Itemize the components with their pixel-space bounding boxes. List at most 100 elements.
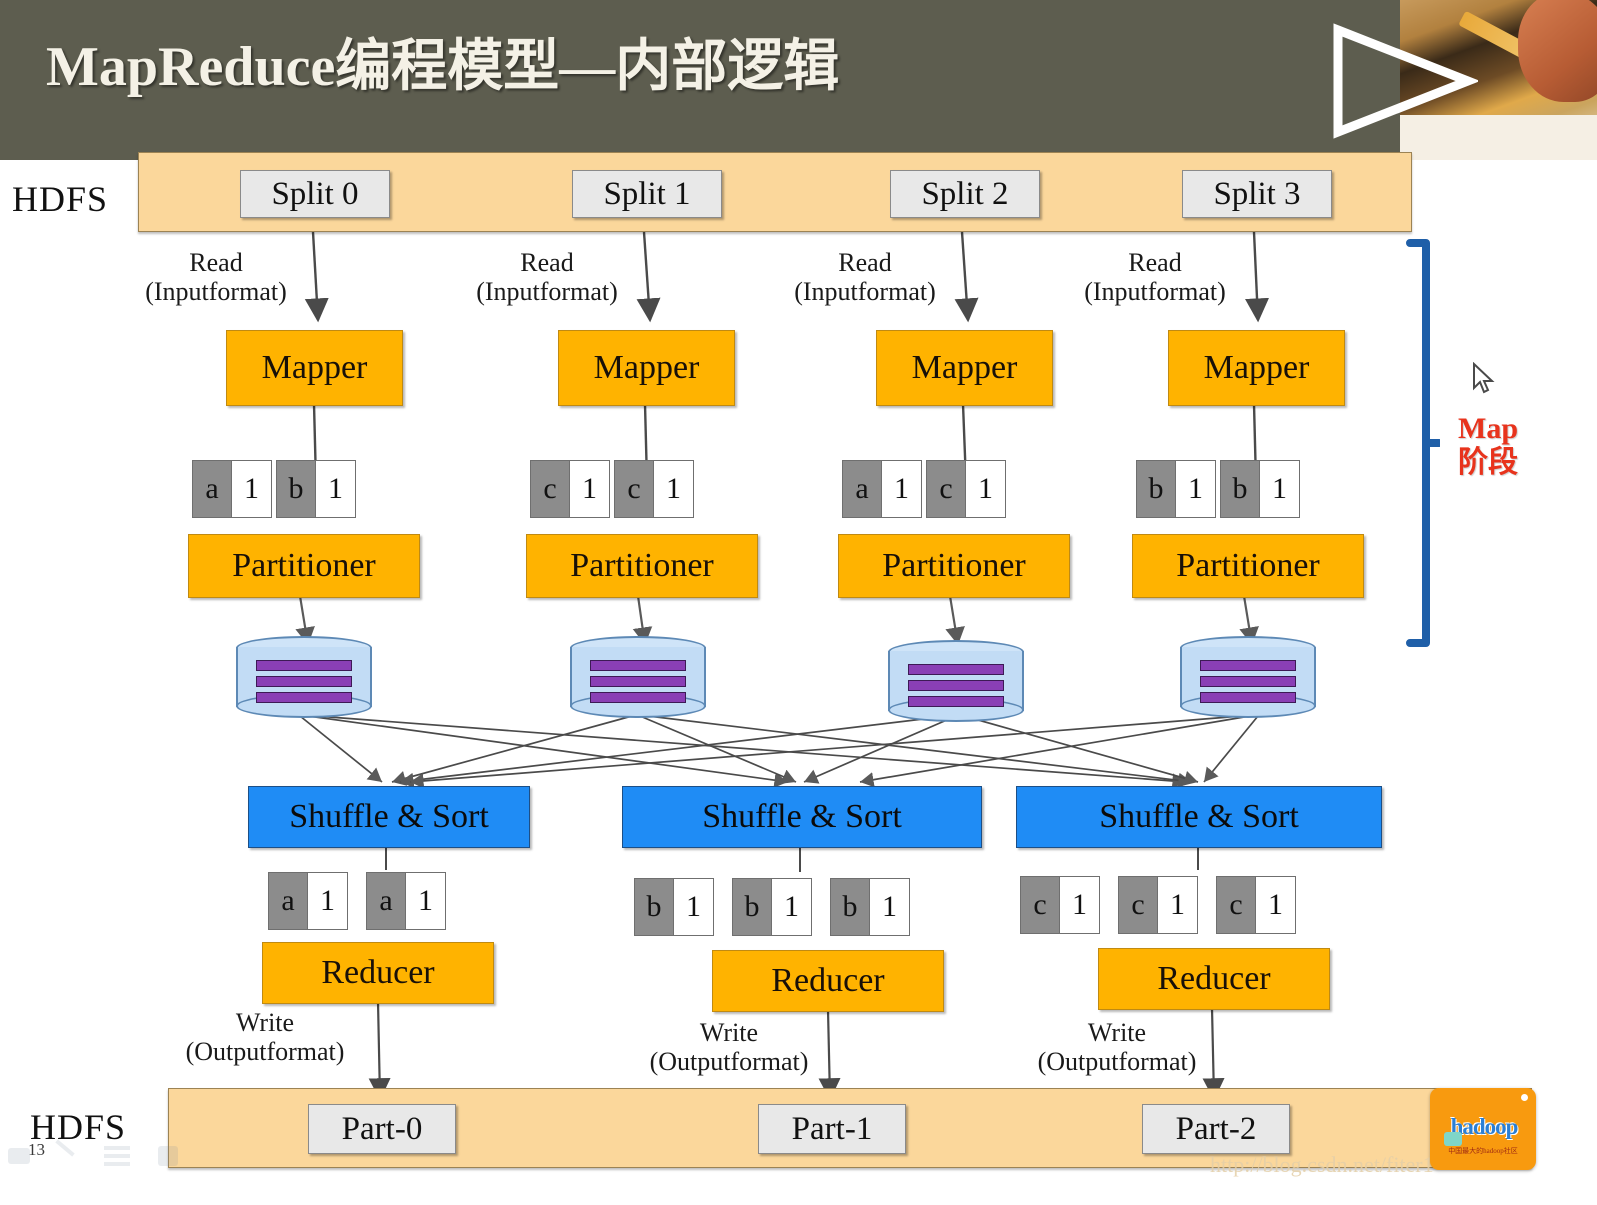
shuffle-label: Shuffle & Sort: [1099, 798, 1299, 835]
square-icon: [158, 1146, 178, 1166]
kv-value: 1: [654, 460, 694, 518]
mapper-output-0: a 1 b 1: [192, 460, 360, 518]
kv-value: 1: [232, 460, 272, 518]
read-line1: Read: [1128, 248, 1182, 277]
kv-pair: c 1: [926, 460, 1006, 518]
read-line2: (Inputformat): [145, 277, 287, 307]
shuffle-sort-box-1[interactable]: Shuffle & Sort: [622, 786, 982, 848]
kv-value: 1: [674, 878, 714, 936]
map-phase-bracket: [1406, 239, 1440, 647]
kv-pair: a 1: [366, 872, 446, 930]
partitioner-box-2[interactable]: Partitioner: [838, 534, 1070, 598]
mouse-cursor-icon: [1473, 362, 1495, 394]
cylinder-bars: [256, 660, 352, 708]
kv-value: 1: [1060, 876, 1100, 934]
kv-key: a: [842, 460, 882, 518]
shuffle-sort-box-2[interactable]: Shuffle & Sort: [1016, 786, 1382, 848]
kv-pair: b 1: [732, 878, 812, 936]
kv-value: 1: [570, 460, 610, 518]
mapper-box-3[interactable]: Mapper: [1168, 330, 1345, 406]
reducer-box-2[interactable]: Reducer: [1098, 948, 1330, 1010]
partitioner-box-1[interactable]: Partitioner: [526, 534, 758, 598]
write-label-0: Write (Outputformat): [182, 1008, 348, 1066]
read-label-1: Read (Inputformat): [466, 248, 628, 306]
kv-key: a: [366, 872, 406, 930]
split-label: Split 0: [271, 175, 359, 212]
read-line1: Read: [189, 248, 243, 277]
comment-icon: [8, 1148, 30, 1164]
kv-pair: a 1: [842, 460, 922, 518]
hadoop-logo-sub: 中国最大的hadoop社区: [1448, 1147, 1518, 1155]
kv-key: c: [1118, 876, 1158, 934]
mapper-box-0[interactable]: Mapper: [226, 330, 403, 406]
spill-disk-1: [570, 636, 706, 718]
cylinder-bars: [590, 660, 686, 708]
partitioner-label: Partitioner: [882, 547, 1026, 584]
split-box-3[interactable]: Split 3: [1182, 170, 1332, 218]
kv-key: c: [926, 460, 966, 518]
kv-value: 1: [772, 878, 812, 936]
cylinder-bars: [1200, 660, 1296, 708]
page-title: MapReduce编程模型—内部逻辑: [46, 36, 840, 98]
part-box-2[interactable]: Part-2: [1142, 1104, 1290, 1154]
write-line1: Write: [235, 1008, 295, 1037]
elephant-icon: [1444, 1132, 1462, 1146]
kv-pair: c 1: [530, 460, 610, 518]
kv-pair: a 1: [268, 872, 348, 930]
mapper-output-1: c 1 c 1: [530, 460, 698, 518]
kv-value: 1: [882, 460, 922, 518]
kv-value: 1: [316, 460, 356, 518]
part-box-0[interactable]: Part-0: [308, 1104, 456, 1154]
part-label: Part-0: [341, 1110, 423, 1147]
mapper-label: Mapper: [593, 349, 700, 386]
kv-key: b: [1136, 460, 1176, 518]
split-label: Split 2: [921, 175, 1009, 212]
photo-hand: [1518, 0, 1597, 102]
split-label: Split 1: [603, 175, 691, 212]
partitioner-label: Partitioner: [1176, 547, 1320, 584]
shuffle-sort-box-0[interactable]: Shuffle & Sort: [248, 786, 530, 848]
partitioner-box-3[interactable]: Partitioner: [1132, 534, 1364, 598]
kv-value: 1: [308, 872, 348, 930]
write-label-1: Write (Outputformat): [646, 1018, 812, 1076]
reducer-label: Reducer: [1157, 960, 1271, 997]
kv-pair: b 1: [276, 460, 356, 518]
kv-key: a: [192, 460, 232, 518]
split-box-1[interactable]: Split 1: [572, 170, 722, 218]
part-box-1[interactable]: Part-1: [758, 1104, 906, 1154]
spill-disk-3: [1180, 636, 1316, 718]
kv-pair: c 1: [1020, 876, 1100, 934]
kv-pair: c 1: [1216, 876, 1296, 934]
mapper-output-2: a 1 c 1: [842, 460, 1010, 518]
kv-key: b: [732, 878, 772, 936]
kv-value: 1: [1176, 460, 1216, 518]
kv-pair: b 1: [634, 878, 714, 936]
kv-value: 1: [1158, 876, 1198, 934]
mapper-box-1[interactable]: Mapper: [558, 330, 735, 406]
read-line1: Read: [838, 248, 892, 277]
spill-disk-2: [888, 640, 1024, 722]
reducer-box-1[interactable]: Reducer: [712, 950, 944, 1012]
kv-pair: b 1: [830, 878, 910, 936]
partitioner-label: Partitioner: [232, 547, 376, 584]
part-label: Part-2: [1175, 1110, 1257, 1147]
footer-toolbar-icons: [8, 1139, 188, 1178]
hdfs-top-label: HDFS: [12, 179, 109, 219]
read-label-2: Read (Inputformat): [784, 248, 946, 306]
write-line2: (Outputformat): [649, 1047, 809, 1077]
reducer-label: Reducer: [771, 962, 885, 999]
write-line1: Write: [699, 1018, 759, 1047]
split-box-2[interactable]: Split 2: [890, 170, 1040, 218]
kv-pair: c 1: [1118, 876, 1198, 934]
kv-value: 1: [1256, 876, 1296, 934]
reducer-input-1: b 1 b 1 b 1: [634, 878, 914, 936]
partitioner-box-0[interactable]: Partitioner: [188, 534, 420, 598]
write-line2: (Outputformat): [185, 1037, 345, 1067]
read-line1: Read: [520, 248, 574, 277]
play-triangle-icon: [1333, 23, 1478, 139]
reducer-box-0[interactable]: Reducer: [262, 942, 494, 1004]
mapper-box-2[interactable]: Mapper: [876, 330, 1053, 406]
kv-pair: c 1: [614, 460, 694, 518]
split-box-0[interactable]: Split 0: [240, 170, 390, 218]
kv-value: 1: [966, 460, 1006, 518]
